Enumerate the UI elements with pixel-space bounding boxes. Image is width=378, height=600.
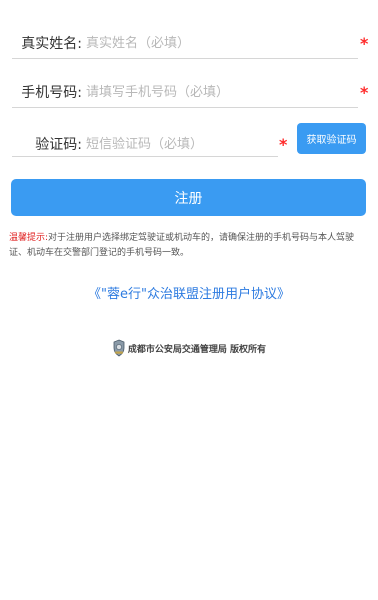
real-name-row: 真实姓名: [12, 33, 357, 55]
code-label: 验证码: [35, 137, 82, 153]
real-name-label: 真实姓名: [21, 36, 82, 52]
code-underline [12, 156, 278, 157]
real-name-required-mark: * [360, 34, 369, 53]
phone-input[interactable] [82, 82, 357, 104]
notice-title: 温馨提示: [9, 233, 49, 243]
code-row: 验证码: [12, 134, 278, 156]
police-badge-icon [113, 339, 125, 357]
phone-underline [12, 107, 358, 108]
agreement-link[interactable]: 《"蓉e行"众治联盟注册用户协议》 [0, 283, 378, 302]
phone-label: 手机号码: [21, 85, 82, 101]
code-input[interactable] [82, 134, 278, 156]
notice-text: 对于注册用户选择绑定驾驶证或机动车的，请确保注册的手机号码与本人驾驶证、机动车在… [9, 233, 355, 258]
get-code-button[interactable]: 获取验证码 [297, 123, 366, 154]
footer-text: 成都市公安局交通管理局 版权所有 [127, 344, 267, 355]
code-required-mark: * [279, 135, 288, 154]
real-name-underline [12, 58, 358, 59]
footer: 成都市公安局交通管理局 版权所有 [0, 339, 378, 357]
phone-row: 手机号码: [12, 82, 357, 104]
notice: 温馨提示:对于注册用户选择绑定驾驶证或机动车的，请确保注册的手机号码与本人驾驶证… [9, 231, 371, 261]
real-name-input[interactable] [82, 33, 357, 55]
phone-required-mark: * [360, 83, 369, 102]
register-button[interactable]: 注册 [11, 179, 366, 216]
